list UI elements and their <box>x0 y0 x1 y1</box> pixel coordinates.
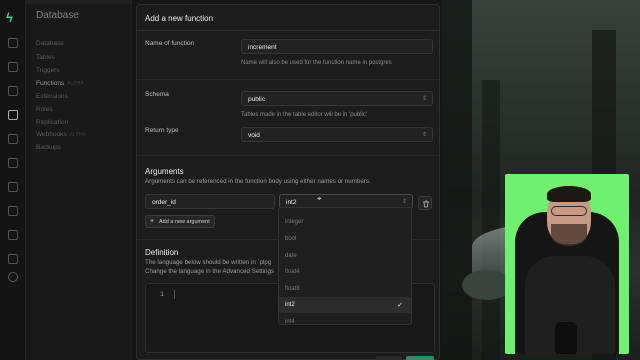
arguments-desc: Arguments can be referenced in the funct… <box>145 178 371 185</box>
return-type-label: Return type <box>145 127 179 134</box>
sidebar-item-triggers[interactable]: Triggers <box>36 67 60 74</box>
sql-editor-icon[interactable] <box>8 86 18 96</box>
microphone-icon <box>555 322 577 354</box>
home-icon[interactable] <box>8 38 18 48</box>
line-number: 1 <box>160 291 164 298</box>
schema-select[interactable]: public ⇕ <box>241 91 433 106</box>
sidebar-item-roles[interactable]: Roles <box>36 106 53 113</box>
dropdown-option[interactable]: float4 <box>279 264 411 280</box>
add-argument-button[interactable]: + Add a new argument <box>145 215 215 228</box>
definition-desc-1: The language below should be written in … <box>145 259 272 266</box>
auth-icon[interactable] <box>8 134 18 144</box>
confirm-button[interactable] <box>406 356 434 360</box>
schema-help: Tables made in the table editor will be … <box>241 112 368 118</box>
mouse-pointer-icon: ⌖ <box>317 194 322 203</box>
app-rail: ϟ <box>0 0 26 360</box>
modal-title: Add a new function <box>145 14 214 23</box>
sidebar-item-backups[interactable]: Backups <box>36 144 61 151</box>
trash-icon <box>423 200 429 208</box>
chevron-updown-icon: ⇕ <box>421 132 427 138</box>
sidebar-title: Database <box>36 10 79 21</box>
edge-functions-icon[interactable] <box>8 182 18 192</box>
storage-icon[interactable] <box>8 158 18 168</box>
database-sidebar: Database Database Tables Triggers Functi… <box>26 0 132 360</box>
arguments-title: Arguments <box>145 167 184 176</box>
database-icon[interactable] <box>8 110 18 120</box>
definition-title: Definition <box>145 248 179 257</box>
docs-icon[interactable] <box>8 254 18 264</box>
sidebar-item-webhooks[interactable]: Webhooks ALPHA <box>36 131 86 138</box>
type-dropdown-menu: integer bool date float4 float8 int2 ✓ i… <box>278 207 412 325</box>
delete-argument-button[interactable] <box>418 196 432 210</box>
reports-icon[interactable] <box>8 230 18 240</box>
chevron-updown-icon: ⇕ <box>421 96 427 102</box>
sidebar-item-functions[interactable]: Functions ALPHA <box>36 80 84 87</box>
sidebar-item-extensions[interactable]: Extensions <box>36 93 68 100</box>
modal-footer <box>376 356 438 360</box>
sidebar-item-tables[interactable]: Tables <box>36 54 55 61</box>
sidebar-item-database[interactable]: Database <box>36 40 64 47</box>
name-help: Name will also be used for the function … <box>241 60 392 66</box>
dropdown-option[interactable]: int4 <box>279 314 411 324</box>
plus-icon: + <box>150 218 155 225</box>
table-editor-icon[interactable] <box>8 62 18 72</box>
supabase-logo-icon[interactable]: ϟ <box>6 10 13 25</box>
dropdown-option-selected[interactable]: int2 ✓ <box>279 297 411 313</box>
realtime-icon[interactable] <box>8 206 18 216</box>
definition-desc-2: Change the language in the Advanced Sett… <box>145 268 275 275</box>
dropdown-option[interactable]: date <box>279 248 411 264</box>
check-icon: ✓ <box>397 302 403 309</box>
name-input[interactable]: increment <box>241 39 433 54</box>
chevron-updown-icon: ⇕ <box>401 199 407 205</box>
return-type-select[interactable]: void ⇕ <box>241 127 433 142</box>
webcam-overlay <box>505 174 629 354</box>
sidebar-item-replication[interactable]: Replication <box>36 119 68 126</box>
settings-icon[interactable] <box>8 272 18 282</box>
dropdown-option[interactable]: bool <box>279 231 411 247</box>
modal-header: Add a new function <box>137 5 439 31</box>
name-label: Name of function <box>145 40 195 47</box>
dropdown-option[interactable]: integer <box>279 214 411 230</box>
cancel-button[interactable] <box>376 356 402 360</box>
argument-name-input[interactable]: order_id <box>145 194 275 209</box>
dropdown-option[interactable]: float8 <box>279 281 411 297</box>
schema-label: Schema <box>145 91 169 98</box>
